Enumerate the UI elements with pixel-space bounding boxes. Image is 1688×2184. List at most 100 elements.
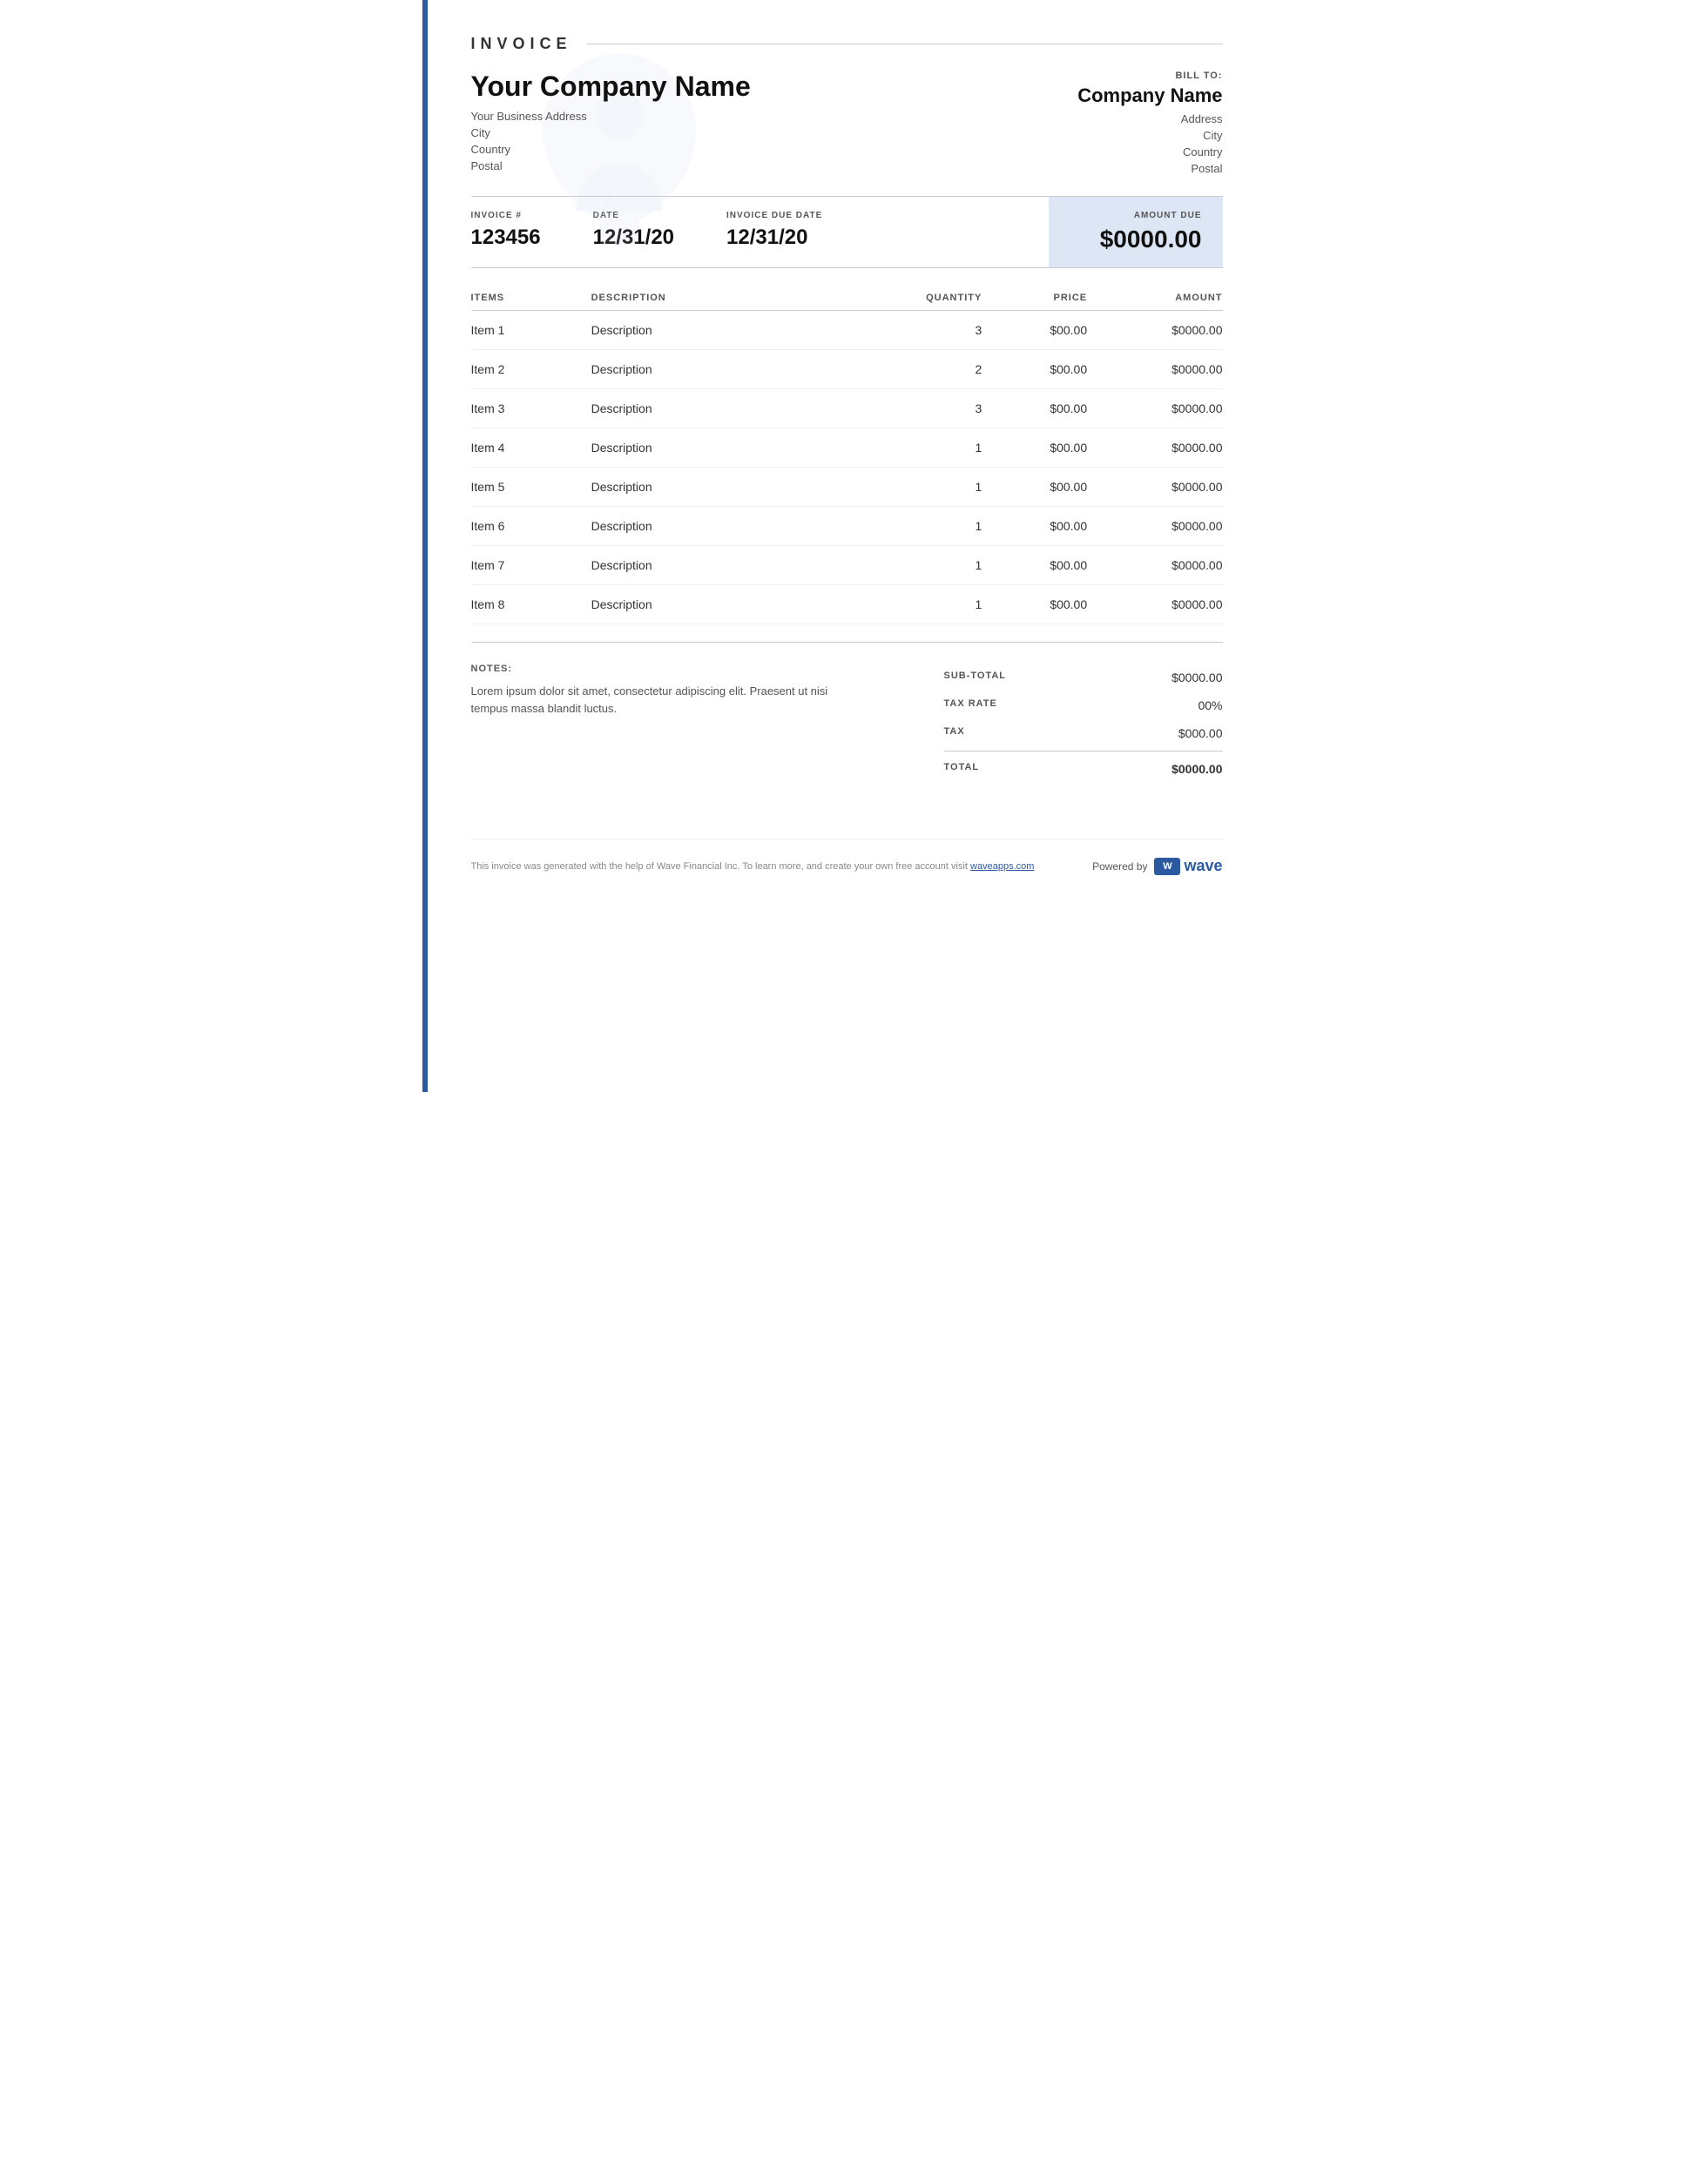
powered-by: Powered by W wave xyxy=(1092,857,1222,875)
total-row: TOTAL $0000.00 xyxy=(944,751,1223,786)
subtotal-row: SUB-TOTAL $0000.00 xyxy=(944,664,1223,691)
row-qty-1: 3 xyxy=(907,311,982,350)
row-item-4: Item 4 xyxy=(471,428,591,468)
bill-to-city: City xyxy=(1031,129,1223,142)
footer-text: This invoice was generated with the help… xyxy=(471,861,1035,872)
row-price-6: $00.00 xyxy=(982,507,1087,546)
row-desc-8: Description xyxy=(591,585,907,624)
table-header-row: ITEMS DESCRIPTION QUANTITY PRICE AMOUNT xyxy=(471,286,1223,311)
row-price-7: $00.00 xyxy=(982,546,1087,585)
row-desc-5: Description xyxy=(591,468,907,507)
row-price-4: $00.00 xyxy=(982,428,1087,468)
total-value: $0000.00 xyxy=(1171,762,1222,776)
row-price-2: $00.00 xyxy=(982,350,1087,389)
table-row: Item 3 Description 3 $00.00 $0000.00 xyxy=(471,389,1223,428)
notes-section: NOTES: Lorem ipsum dolor sit amet, conse… xyxy=(471,664,847,786)
bill-to-section: BILL TO: Company Name Address City Count… xyxy=(1031,71,1223,179)
amount-due-value: $0000.00 xyxy=(1070,226,1202,253)
table-row: Item 4 Description 1 $00.00 $0000.00 xyxy=(471,428,1223,468)
row-price-5: $00.00 xyxy=(982,468,1087,507)
row-item-3: Item 3 xyxy=(471,389,591,428)
items-table: ITEMS DESCRIPTION QUANTITY PRICE AMOUNT … xyxy=(471,286,1223,624)
from-postal: Postal xyxy=(471,159,1031,172)
footer-text-content: This invoice was generated with the help… xyxy=(471,861,968,872)
invoice-content: INVOICE ♪ ♫ Your Company Name xyxy=(422,0,1266,910)
total-label: TOTAL xyxy=(944,762,980,776)
notes-label: NOTES: xyxy=(471,664,847,674)
totals-section: SUB-TOTAL $0000.00 TAX RATE 00% TAX $000… xyxy=(944,664,1223,786)
bill-to-label: BILL TO: xyxy=(1031,71,1223,81)
row-amount-7: $0000.00 xyxy=(1087,546,1222,585)
table-row: Item 8 Description 1 $00.00 $0000.00 xyxy=(471,585,1223,624)
row-qty-6: 1 xyxy=(907,507,982,546)
table-row: Item 6 Description 1 $00.00 $0000.00 xyxy=(471,507,1223,546)
bottom-footer: This invoice was generated with the help… xyxy=(471,839,1223,875)
row-amount-5: $0000.00 xyxy=(1087,468,1222,507)
row-item-2: Item 2 xyxy=(471,350,591,389)
row-amount-8: $0000.00 xyxy=(1087,585,1222,624)
row-desc-7: Description xyxy=(591,546,907,585)
row-price-3: $00.00 xyxy=(982,389,1087,428)
invoice-page: INVOICE ♪ ♫ Your Company Name xyxy=(422,0,1266,1092)
table-row: Item 1 Description 3 $00.00 $0000.00 xyxy=(471,311,1223,350)
table-row: Item 5 Description 1 $00.00 $0000.00 xyxy=(471,468,1223,507)
col-header-quantity: QUANTITY xyxy=(907,286,982,311)
amount-due-label: AMOUNT DUE xyxy=(1070,211,1202,220)
wave-icon-symbol: W xyxy=(1163,861,1171,872)
powered-by-text: Powered by xyxy=(1092,860,1147,873)
items-section: ITEMS DESCRIPTION QUANTITY PRICE AMOUNT … xyxy=(471,286,1223,624)
row-item-5: Item 5 xyxy=(471,468,591,507)
row-amount-6: $0000.00 xyxy=(1087,507,1222,546)
from-address: Your Business Address xyxy=(471,110,1031,123)
row-desc-1: Description xyxy=(591,311,907,350)
row-qty-4: 1 xyxy=(907,428,982,468)
col-header-price: PRICE xyxy=(982,286,1087,311)
bill-to-company-name: Company Name xyxy=(1031,84,1223,107)
row-desc-4: Description xyxy=(591,428,907,468)
footer-link[interactable]: waveapps.com xyxy=(970,861,1034,872)
row-desc-6: Description xyxy=(591,507,907,546)
table-row: Item 2 Description 2 $00.00 $0000.00 xyxy=(471,350,1223,389)
row-item-1: Item 1 xyxy=(471,311,591,350)
row-qty-5: 1 xyxy=(907,468,982,507)
row-item-8: Item 8 xyxy=(471,585,591,624)
from-city: City xyxy=(471,126,1031,139)
row-desc-3: Description xyxy=(591,389,907,428)
row-qty-2: 2 xyxy=(907,350,982,389)
wave-brand-text: wave xyxy=(1184,857,1222,875)
meta-due-date: INVOICE DUE DATE 12/31/20 xyxy=(726,211,822,253)
wave-icon: W xyxy=(1154,858,1180,875)
tax-rate-value: 00% xyxy=(1198,698,1222,712)
col-header-amount: AMOUNT xyxy=(1087,286,1222,311)
row-qty-3: 3 xyxy=(907,389,982,428)
from-company-name: Your Company Name xyxy=(471,71,1031,103)
row-qty-7: 1 xyxy=(907,546,982,585)
row-desc-2: Description xyxy=(591,350,907,389)
svg-text:♪: ♪ xyxy=(602,182,615,212)
meta-amount-due: AMOUNT DUE $0000.00 xyxy=(1049,197,1223,267)
tax-rate-label: TAX RATE xyxy=(944,698,997,712)
subtotal-label: SUB-TOTAL xyxy=(944,671,1007,684)
row-item-6: Item 6 xyxy=(471,507,591,546)
table-row: Item 7 Description 1 $00.00 $0000.00 xyxy=(471,546,1223,585)
company-from: Your Company Name Your Business Address … xyxy=(471,71,1031,179)
header-info: Your Company Name Your Business Address … xyxy=(471,71,1223,179)
due-date-value: 12/31/20 xyxy=(726,226,822,250)
due-date-label: INVOICE DUE DATE xyxy=(726,211,822,220)
footer-section: NOTES: Lorem ipsum dolor sit amet, conse… xyxy=(471,642,1223,786)
tax-rate-row: TAX RATE 00% xyxy=(944,691,1223,719)
header-section: INVOICE ♪ ♫ Your Company Name xyxy=(471,35,1223,179)
col-header-items: ITEMS xyxy=(471,286,591,311)
bill-to-postal: Postal xyxy=(1031,162,1223,175)
tax-value: $000.00 xyxy=(1178,726,1223,740)
row-amount-1: $0000.00 xyxy=(1087,311,1222,350)
wave-logo: W wave xyxy=(1154,857,1222,875)
row-amount-3: $0000.00 xyxy=(1087,389,1222,428)
bill-to-country: Country xyxy=(1031,145,1223,158)
tax-row: TAX $000.00 xyxy=(944,719,1223,747)
row-price-1: $00.00 xyxy=(982,311,1087,350)
row-item-7: Item 7 xyxy=(471,546,591,585)
notes-text: Lorem ipsum dolor sit amet, consectetur … xyxy=(471,683,847,717)
tax-label: TAX xyxy=(944,726,965,740)
row-amount-2: $0000.00 xyxy=(1087,350,1222,389)
